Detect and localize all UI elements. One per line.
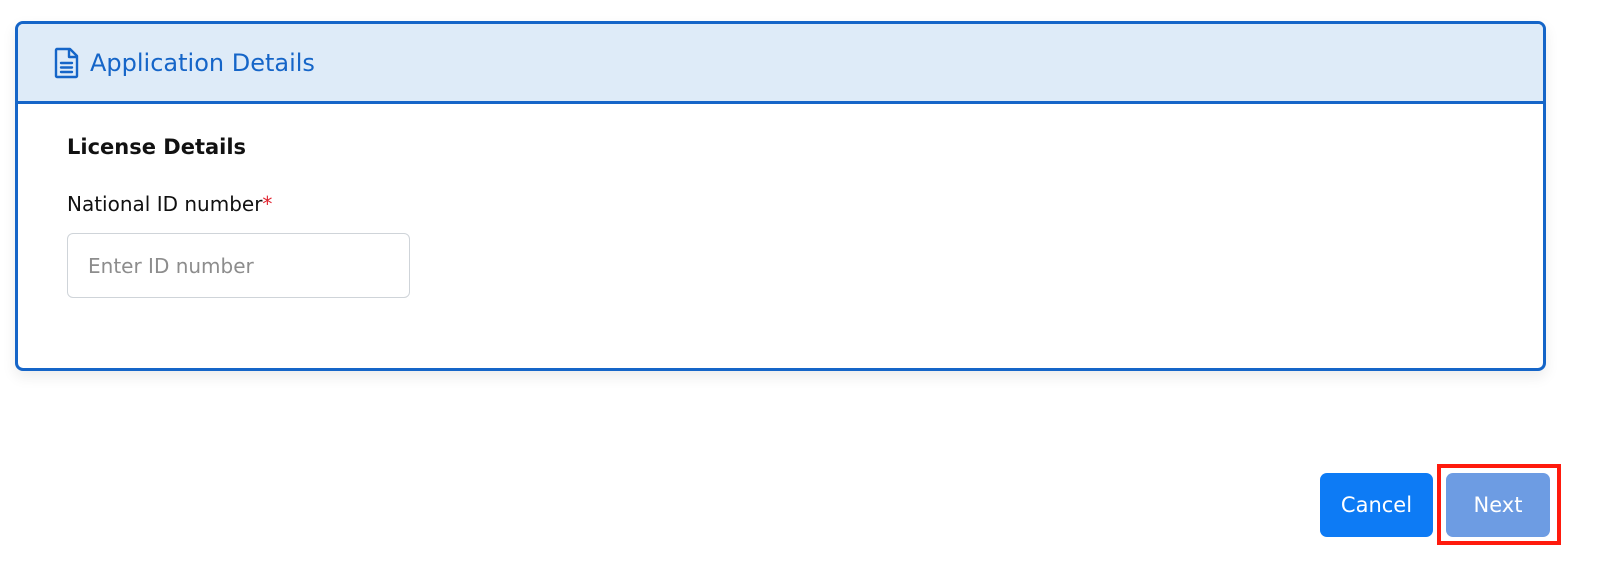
required-indicator: * xyxy=(262,192,273,216)
section-title: License Details xyxy=(67,135,247,159)
national-id-input[interactable] xyxy=(67,233,410,298)
next-button[interactable]: Next xyxy=(1446,473,1550,537)
card-title: Application Details xyxy=(90,48,315,77)
cancel-button[interactable]: Cancel xyxy=(1320,473,1433,537)
card-header: Application Details xyxy=(18,24,1543,104)
national-id-label: National ID number* xyxy=(67,189,1543,219)
document-icon xyxy=(54,47,80,79)
application-details-card: Application Details License Details Nati… xyxy=(15,21,1546,371)
card-body: License Details National ID number* xyxy=(18,104,1543,298)
national-id-label-text: National ID number xyxy=(67,192,263,216)
